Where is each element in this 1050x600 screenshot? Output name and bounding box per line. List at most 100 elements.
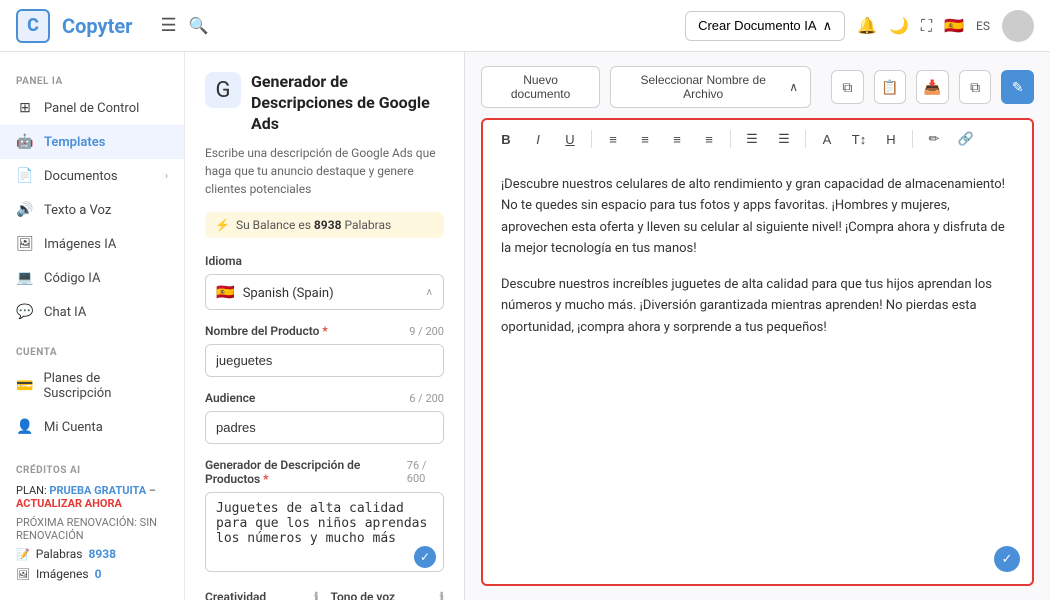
language-flag[interactable]: 🇪🇸	[944, 16, 964, 35]
editor-wrap: B I U ≡ ≡ ≡ ≡ ☰ ☰ A T↕ H ✏	[481, 118, 1034, 586]
fmt-align-right[interactable]: ≡	[664, 126, 690, 152]
balance-badge: ⚡ Su Balance es 8938 Palabras	[205, 212, 444, 238]
sidebar-item-imagenes[interactable]: 🖼 Imágenes IA	[0, 227, 184, 261]
select-name-button[interactable]: Seleccionar Nombre de Archivo ∧	[610, 66, 811, 108]
logo-icon: C	[16, 9, 50, 43]
info-icon-tono[interactable]: ℹ	[439, 590, 444, 600]
edit-active-icon: ✎	[1012, 79, 1024, 96]
form-subtitle: Escribe una descripción de Google Ads qu…	[205, 144, 444, 198]
form-title: Generador de Descripciones de Google Ads	[251, 72, 444, 134]
sidebar-item-label: Planes de Suscripción	[44, 371, 168, 401]
chevron-up-icon: ∧	[823, 18, 833, 34]
toolbar-icon-2[interactable]: 📋	[874, 70, 907, 104]
toolbar-icon-1[interactable]: ⧉	[831, 70, 864, 104]
editor-paragraph-1: ¡Descubre nuestros celulares de alto ren…	[501, 174, 1014, 260]
info-icon-creatividad[interactable]: ℹ	[314, 590, 319, 600]
editor-toolbar-row: Nuevo documento Seleccionar Nombre de Ar…	[481, 66, 1034, 108]
bottom-fields: Creatividad ℹ Tono de voz ℹ	[205, 590, 444, 600]
sidebar-item-label: Documentos	[44, 169, 118, 184]
chat-icon: 💬	[16, 304, 34, 320]
plan-info: PLAN: PRUEBA GRATUITA – ACTUALIZAR AHORA	[0, 480, 184, 514]
fmt-font-size[interactable]: T↕	[846, 126, 872, 152]
sidebar-item-label: Mi Cuenta	[44, 420, 103, 435]
menu-icon[interactable]: ☰	[160, 15, 176, 36]
download-icon: 📥	[924, 79, 941, 96]
fmt-align-left[interactable]: ≡	[600, 126, 626, 152]
fmt-underline[interactable]: U	[557, 126, 583, 152]
sidebar-item-texto-voz[interactable]: 🔊 Texto a Voz	[0, 193, 184, 227]
fmt-align-justify[interactable]: ≡	[696, 126, 722, 152]
google-icon: G	[205, 72, 241, 108]
plan-link-gratuita[interactable]: PRUEBA GRATUITA	[49, 484, 146, 497]
imagenes-credits-value: 0	[95, 567, 102, 581]
user-avatar[interactable]	[1002, 10, 1034, 42]
editor-check-icon: ✓	[994, 546, 1020, 572]
creatividad-label: Creatividad ℹ	[205, 590, 319, 600]
templates-icon: 🤖	[16, 134, 34, 150]
new-document-button[interactable]: Nuevo documento	[481, 66, 600, 108]
sidebar-item-panel[interactable]: ⊞ Panel de Control	[0, 91, 184, 125]
fmt-brush[interactable]: ✏	[921, 126, 947, 152]
sidebar-item-codigo[interactable]: 💻 Código IA	[0, 261, 184, 295]
toolbar-icon-3[interactable]: 📥	[916, 70, 949, 104]
idioma-select[interactable]: 🇪🇸Spanish (Spain) ∧	[205, 274, 444, 310]
editor-panel: Nuevo documento Seleccionar Nombre de Ar…	[465, 52, 1050, 600]
generador-wrap: ✓	[205, 492, 444, 576]
creatividad-col: Creatividad ℹ	[205, 590, 319, 600]
audience-char-count: 6 / 200	[409, 392, 444, 405]
fmt-bold[interactable]: B	[493, 126, 519, 152]
fmt-sep-3	[805, 130, 806, 148]
bell-icon[interactable]: 🔔	[857, 16, 877, 35]
chevron-right-icon: ›	[165, 171, 168, 182]
product-input[interactable]	[205, 344, 444, 377]
search-icon[interactable]: 🔍	[189, 16, 209, 35]
sidebar: PANEL IA ⊞ Panel de Control 🤖 Templates …	[0, 52, 185, 600]
sidebar-item-label: Panel de Control	[44, 101, 139, 116]
toolbar-icon-4[interactable]: ⧉	[959, 70, 992, 104]
sidebar-item-chat[interactable]: 💬 Chat IA	[0, 295, 184, 329]
generador-label: Generador de Descripción de Productos * …	[205, 458, 444, 486]
mi-cuenta-icon: 👤	[16, 419, 34, 435]
balance-text: Su Balance es 8938 Palabras	[236, 218, 391, 232]
chevron-up-icon: ∧	[789, 80, 798, 94]
required-mark: *	[319, 324, 327, 338]
idioma-label: Idioma	[205, 254, 444, 268]
fmt-list-ol[interactable]: ☰	[739, 126, 765, 152]
imagenes-credits-label: Imágenes	[36, 567, 89, 581]
generador-textarea[interactable]	[205, 492, 444, 572]
fmt-list-ul[interactable]: ☰	[771, 126, 797, 152]
codigo-icon: 💻	[16, 270, 34, 286]
texto-voz-icon: 🔊	[16, 202, 34, 218]
imagenes-icon: 🖼	[16, 236, 34, 252]
generador-required: *	[260, 472, 268, 486]
sidebar-item-templates[interactable]: 🤖 Templates	[0, 125, 184, 159]
sidebar-item-mi-cuenta[interactable]: 👤 Mi Cuenta	[0, 410, 184, 444]
palabras-value: 8938	[88, 547, 116, 561]
editor-format-bar: B I U ≡ ≡ ≡ ≡ ☰ ☰ A T↕ H ✏	[481, 118, 1034, 158]
fmt-link[interactable]: 🔗	[953, 126, 979, 152]
panel-ia-label: PANEL IA	[0, 68, 184, 91]
app-name: Copyter	[62, 14, 132, 38]
fmt-align-center[interactable]: ≡	[632, 126, 658, 152]
sidebar-item-label: Templates	[44, 135, 105, 150]
file-icon: 📋	[881, 79, 898, 96]
product-char-count: 9 / 200	[409, 325, 444, 338]
fmt-font-color[interactable]: A	[814, 126, 840, 152]
select-name-label: Seleccionar Nombre de Archivo	[623, 73, 783, 101]
audience-input[interactable]	[205, 411, 444, 444]
sidebar-item-planes[interactable]: 💳 Planes de Suscripción	[0, 362, 184, 410]
expand-icon[interactable]: ⛶	[921, 16, 932, 36]
toolbar-icon-5[interactable]: ✎	[1001, 70, 1034, 104]
sidebar-item-documentos[interactable]: 📄 Documentos ›	[0, 159, 184, 193]
fmt-sep-1	[591, 130, 592, 148]
editor-content[interactable]: ¡Descubre nuestros celulares de alto ren…	[481, 158, 1034, 586]
generador-char-count: 76 / 600	[407, 459, 444, 485]
moon-icon[interactable]: 🌙	[889, 16, 909, 35]
plan-link-actualizar[interactable]: ACTUALIZAR AHORA	[16, 497, 122, 510]
copy-icon: ⧉	[842, 79, 852, 96]
chevron-down-icon: ∧	[426, 287, 433, 298]
crear-documento-button[interactable]: Crear Documento IA ∧	[685, 11, 845, 41]
fmt-heading[interactable]: H	[878, 126, 904, 152]
fmt-italic[interactable]: I	[525, 126, 551, 152]
sidebar-item-label: Texto a Voz	[44, 203, 111, 218]
